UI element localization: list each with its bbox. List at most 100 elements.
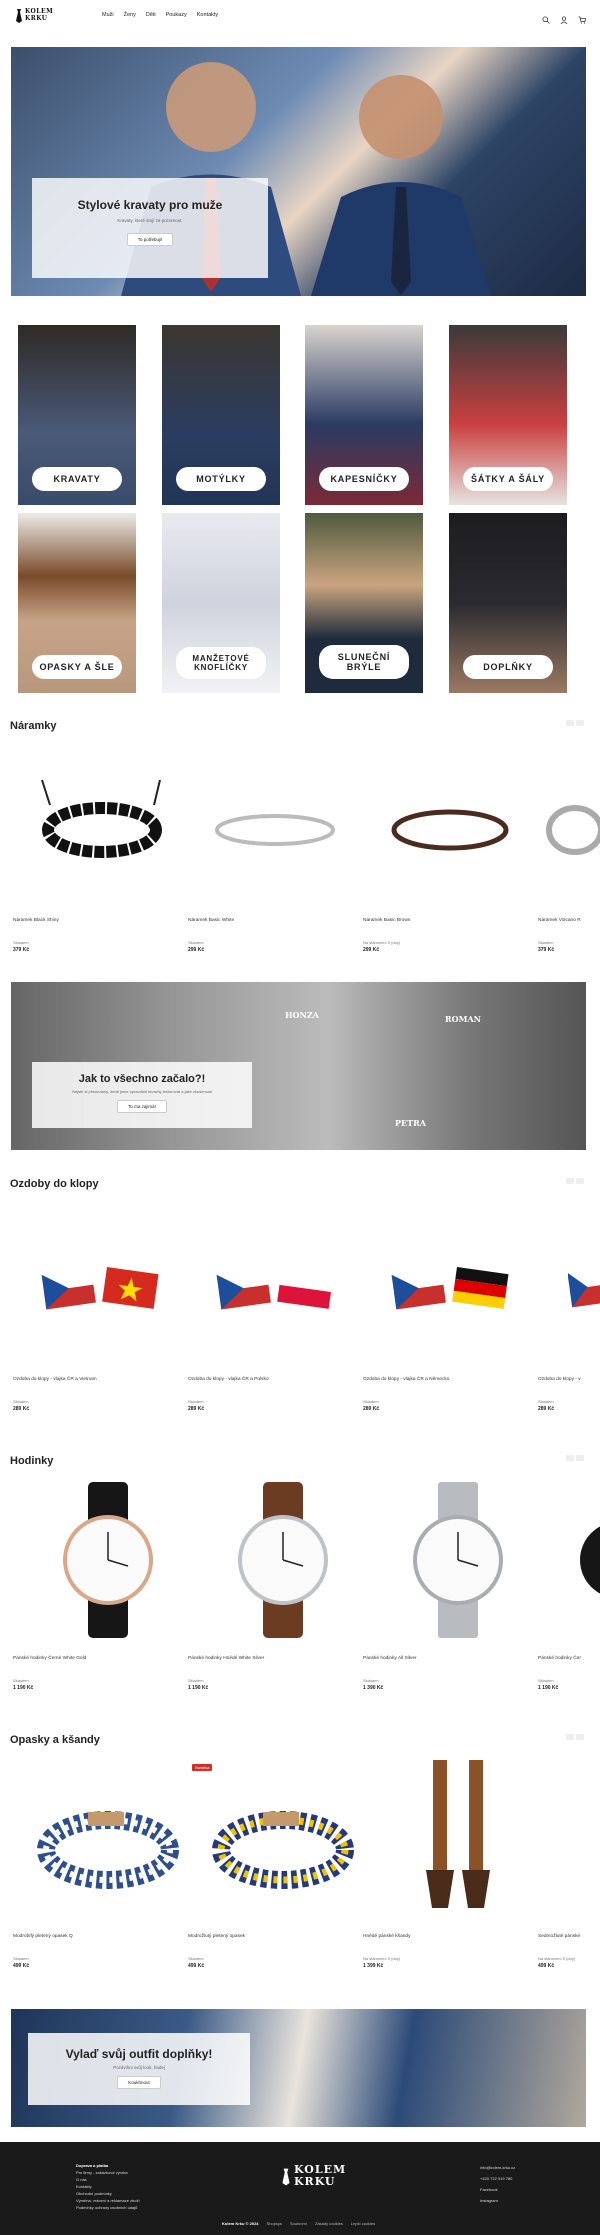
footer-bottom-link[interactable]: Soukromí	[290, 2221, 307, 2226]
arrow-left-icon[interactable]	[566, 720, 574, 726]
arrow-right-icon[interactable]	[576, 720, 584, 726]
category-tile-opasky[interactable]: OPASKY A ŠLE	[18, 513, 136, 693]
nav-item-kontakty[interactable]: Kontakty	[197, 12, 218, 18]
footer-logo[interactable]: KOLEM KRKU	[280, 2160, 350, 2194]
product-name[interactable]: Pánské hodinky Černé White Gold	[13, 1656, 86, 1661]
product-name[interactable]: Ozdoba do klopy - vlajka ČR a Polsko	[188, 1377, 269, 1382]
category-tile-motylky[interactable]: MOTÝLKY	[162, 325, 280, 505]
footer-link[interactable]: Kontakty	[76, 2183, 140, 2190]
product-price: 1 390 Kč	[363, 1685, 384, 1691]
product-name[interactable]: Ozdoba do klopy - vlajka ČR a Německo	[363, 1377, 449, 1382]
product-name[interactable]: Modrobílý pletený opasek Q	[13, 1934, 73, 1939]
outfit-cta-button[interactable]: Koukhnout	[117, 2076, 161, 2089]
product-availability: Skladem	[188, 1399, 204, 1404]
footer-bottom-link[interactable]: Zásady cookies	[315, 2221, 343, 2226]
product-name[interactable]: Pánské hodinky Hnědé White Silver	[188, 1656, 264, 1661]
product-image-hodinky-cerne[interactable]	[28, 1480, 188, 1640]
product-availability: Skladem	[538, 1399, 554, 1404]
product-image-opasek-modrobily[interactable]	[28, 1760, 188, 1920]
footer-link[interactable]: Doprava a platba	[76, 2162, 140, 2169]
outfit-title: Vylaď svůj outfit doplňky!	[65, 2047, 213, 2061]
product-image-flag-polsko[interactable]	[197, 1205, 357, 1365]
footer-link[interactable]: O nás	[76, 2176, 140, 2183]
product-image-naramek-white[interactable]	[195, 750, 355, 910]
arrow-right-icon[interactable]	[576, 1178, 584, 1184]
instagram-link[interactable]: Instagram	[480, 2195, 515, 2206]
category-label: KAPESNÍČKY	[319, 467, 409, 491]
site-header: KOLEM KRKU Muži Ženy Děti Poukazy Kontak…	[0, 0, 600, 32]
product-image-hodinky-silver[interactable]	[378, 1480, 538, 1640]
product-availability: Skladem	[188, 1956, 204, 1961]
category-tile-slunecni-bryle[interactable]: SLUNEČNÍ BRÝLE	[305, 513, 423, 693]
footer-link[interactable]: Obchodní podmínky	[76, 2190, 140, 2197]
site-logo[interactable]: KOLEM KRKU	[14, 4, 53, 26]
product-image-flag-nemecko[interactable]	[372, 1205, 532, 1365]
footer-link[interactable]: Výměna, vrácení a reklamace zboží	[76, 2197, 140, 2204]
product-availability: Skladem	[538, 940, 554, 945]
hero-card: Stylové kravaty pro muže Kravaty, které …	[32, 178, 268, 278]
copyright: Kolem Krku © 2024	[222, 2221, 259, 2226]
category-label: ŠÁTKY A ŠÁLY	[463, 467, 553, 491]
product-price: 299 Kč	[188, 947, 205, 953]
footer-links: Doprava a platba Pro firmy - zakázková v…	[76, 2162, 140, 2211]
nav-item-zeny[interactable]: Ženy	[124, 12, 136, 18]
footer-link[interactable]: Pro firmy - zakázková výroba	[76, 2169, 140, 2176]
product-name[interactable]: Modrožlutý pletený opasek	[188, 1934, 245, 1939]
arrow-right-icon[interactable]	[576, 1734, 584, 1740]
product-availability: Na stanovení 5 (dny)	[363, 1956, 401, 1961]
category-tile-satky[interactable]: ŠÁTKY A ŠÁLY	[449, 325, 567, 505]
product-image-naramek-brown[interactable]	[370, 750, 530, 910]
product-image-ksandy-hnede[interactable]	[378, 1760, 538, 1920]
section-title-naramky: Náramky	[10, 720, 57, 732]
product-name[interactable]: Náramek Black Shiny	[13, 918, 59, 923]
product-name[interactable]: Náramek Volcano R	[538, 918, 581, 923]
outfit-subtitle: Pozdvihni svůj look, hadej	[113, 2065, 165, 2070]
arrow-left-icon[interactable]	[566, 1455, 574, 1461]
nav-item-poukazy[interactable]: Poukazy	[166, 12, 187, 18]
product-name[interactable]: Náramek Basic Brown	[363, 918, 410, 923]
footer-bottom-link[interactable]: Shopsys	[267, 2221, 282, 2226]
product-name[interactable]: Náramek Basic White	[188, 918, 234, 923]
product-availability: Na stanovení 5 (dny)	[363, 940, 401, 945]
product-name[interactable]: Hnědé pánské kšandy	[363, 1934, 410, 1939]
product-image-naramek-volcano[interactable]	[545, 750, 600, 910]
category-tile-kravaty[interactable]: KRAVATY	[18, 325, 136, 505]
nav-item-deti[interactable]: Děti	[146, 12, 156, 18]
arrow-left-icon[interactable]	[566, 1734, 574, 1740]
product-price: 1 190 Kč	[13, 1685, 34, 1691]
cart-icon[interactable]	[578, 11, 586, 24]
product-image-flag-partial[interactable]	[567, 1205, 600, 1365]
product-image-hodinky-hnede[interactable]	[203, 1480, 363, 1640]
product-availability: Skladem	[363, 1399, 379, 1404]
story-cta-button[interactable]: To ma zajimá!	[117, 1100, 167, 1113]
user-icon[interactable]	[560, 11, 568, 25]
product-image-naramek-black[interactable]	[20, 750, 180, 910]
section-title-hodinky: Hodinky	[10, 1455, 54, 1467]
category-tile-kapesnicky[interactable]: KAPESNÍČKY	[305, 325, 423, 505]
facebook-link[interactable]: Facebook	[480, 2184, 515, 2195]
category-label: MANŽETOVÉ KNOFLÍČKY	[176, 647, 266, 679]
hero-cta-button[interactable]: To potřebuji!	[126, 233, 174, 246]
nav-item-muzi[interactable]: Muži	[102, 12, 114, 18]
category-tile-doplnky[interactable]: DOPLŇKY	[449, 513, 567, 693]
footer-link[interactable]: Podmínky ochrany osobních údajů	[76, 2204, 140, 2211]
product-image-opasek-modrozluty[interactable]	[203, 1760, 363, 1920]
arrow-right-icon[interactable]	[576, 1455, 584, 1461]
footer-bottom-link[interactable]: Lepší cookies	[351, 2221, 375, 2226]
product-image-hodinky-partial[interactable]	[578, 1480, 600, 1640]
category-tile-manzetove-knoflicky[interactable]: MANŽETOVÉ KNOFLÍČKY	[162, 513, 280, 693]
outfit-card: Vylaď svůj outfit doplňky! Pozdvihni svů…	[28, 2033, 250, 2105]
footer-logo-line2: KRKU	[294, 2175, 336, 2188]
search-icon[interactable]	[542, 11, 550, 24]
product-image-flag-vietnam[interactable]	[22, 1205, 182, 1365]
product-name[interactable]: Ozdoba do klopy - v	[538, 1377, 581, 1382]
story-title: Jak to všechno začalo?!	[78, 1073, 206, 1085]
contact-phone[interactable]: +420 722 019 780	[480, 2173, 515, 2184]
arrow-left-icon[interactable]	[566, 1178, 574, 1184]
contact-email[interactable]: info@kolem-krku.cz	[480, 2162, 515, 2173]
product-name[interactable]: Ozdoba do klopy - vlajka ČR a Vietnam	[13, 1377, 97, 1382]
product-price: 289 Kč	[538, 1406, 555, 1412]
product-name[interactable]: Pánské hodinky Čer	[538, 1656, 581, 1661]
product-name[interactable]: Sedmožluté pánské	[538, 1934, 580, 1939]
product-name[interactable]: Pánské hodinky All Silver	[363, 1656, 417, 1661]
